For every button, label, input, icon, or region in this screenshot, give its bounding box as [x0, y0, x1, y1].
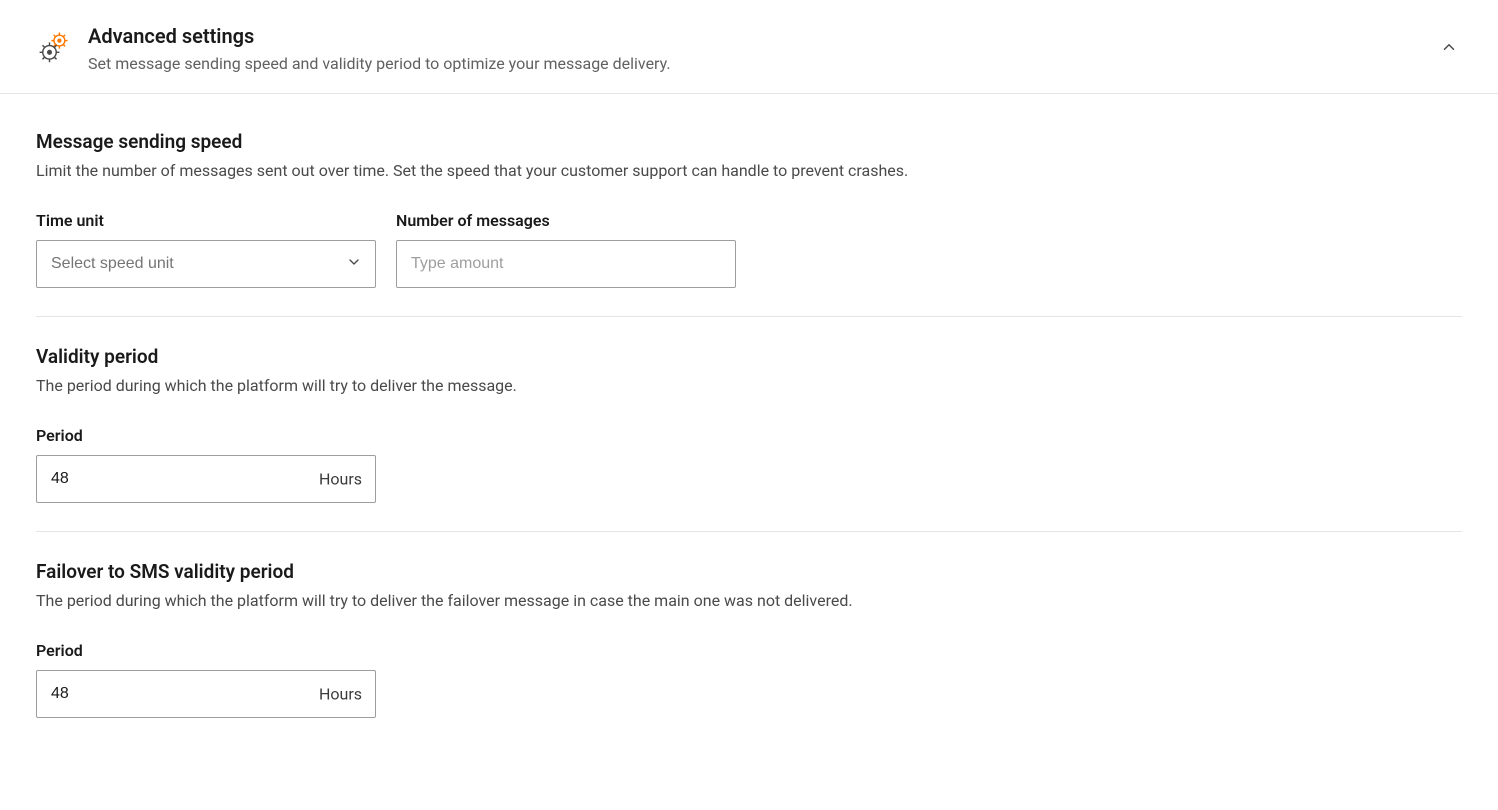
section-title: Message sending speed	[36, 130, 1462, 153]
failover-period-input[interactable]	[36, 670, 376, 718]
validity-period-section: Validity period The period during which …	[36, 345, 1462, 532]
time-unit-placeholder: Select speed unit	[51, 255, 174, 273]
validity-period-input[interactable]	[36, 455, 376, 503]
header-description: Set message sending speed and validity p…	[88, 54, 1462, 73]
chevron-up-icon	[1440, 38, 1458, 56]
section-title: Failover to SMS validity period	[36, 560, 1462, 583]
time-unit-label: Time unit	[36, 211, 376, 230]
num-messages-label: Number of messages	[396, 211, 736, 230]
failover-period-label: Period	[36, 641, 1462, 660]
section-description: The period during which the platform wil…	[36, 374, 1016, 398]
message-sending-speed-section: Message sending speed Limit the number o…	[36, 130, 1462, 317]
section-description: The period during which the platform wil…	[36, 589, 1016, 613]
advanced-settings-header: Advanced settings Set message sending sp…	[0, 0, 1498, 94]
header-title: Advanced settings	[88, 24, 1462, 48]
gears-icon	[36, 28, 72, 64]
collapse-toggle[interactable]	[1440, 38, 1458, 60]
advanced-settings-content: Message sending speed Limit the number o…	[0, 94, 1498, 766]
validity-period-label: Period	[36, 426, 1462, 445]
num-messages-input[interactable]	[396, 240, 736, 288]
section-title: Validity period	[36, 345, 1462, 368]
section-description: Limit the number of messages sent out ov…	[36, 159, 1016, 183]
time-unit-select[interactable]: Select speed unit	[36, 240, 376, 288]
failover-validity-section: Failover to SMS validity period The peri…	[36, 560, 1462, 746]
